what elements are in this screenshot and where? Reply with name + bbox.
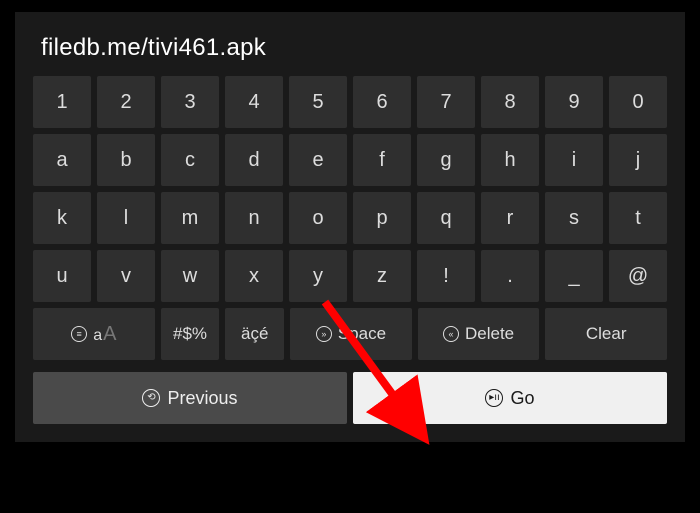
key-q[interactable]: q — [417, 192, 475, 244]
url-input[interactable]: filedb.me/tivi461.apk — [33, 30, 667, 76]
key-case-toggle[interactable]: ≡ aA — [33, 308, 155, 360]
key-k[interactable]: k — [33, 192, 91, 244]
key-symbols[interactable]: #$% — [161, 308, 220, 360]
key-8[interactable]: 8 — [481, 76, 539, 128]
key-4[interactable]: 4 — [225, 76, 283, 128]
key-r[interactable]: r — [481, 192, 539, 244]
key-7[interactable]: 7 — [417, 76, 475, 128]
key-a[interactable]: a — [33, 134, 91, 186]
key-row-special: ≡ aA #$% äçé » Space « Delete Clear — [33, 308, 667, 360]
key-2[interactable]: 2 — [97, 76, 155, 128]
key-row-letters-3: u v w x y z ! . _ @ — [33, 250, 667, 302]
action-row: ⟲ Previous ▸ıı Go — [33, 372, 667, 424]
key-underscore[interactable]: _ — [545, 250, 603, 302]
key-s[interactable]: s — [545, 192, 603, 244]
key-row-numbers: 1 2 3 4 5 6 7 8 9 0 — [33, 76, 667, 128]
key-i[interactable]: i — [545, 134, 603, 186]
key-row-letters-1: a b c d e f g h i j — [33, 134, 667, 186]
key-l[interactable]: l — [97, 192, 155, 244]
key-t[interactable]: t — [609, 192, 667, 244]
key-y[interactable]: y — [289, 250, 347, 302]
key-space[interactable]: » Space — [290, 308, 412, 360]
key-at[interactable]: @ — [609, 250, 667, 302]
key-m[interactable]: m — [161, 192, 219, 244]
key-5[interactable]: 5 — [289, 76, 347, 128]
go-label: Go — [510, 388, 534, 409]
key-h[interactable]: h — [481, 134, 539, 186]
key-6[interactable]: 6 — [353, 76, 411, 128]
key-v[interactable]: v — [97, 250, 155, 302]
keyboard-dialog: filedb.me/tivi461.apk 1 2 3 4 5 6 7 8 9 … — [15, 12, 685, 442]
key-9[interactable]: 9 — [545, 76, 603, 128]
key-1[interactable]: 1 — [33, 76, 91, 128]
key-p[interactable]: p — [353, 192, 411, 244]
delete-label: Delete — [465, 324, 514, 344]
key-3[interactable]: 3 — [161, 76, 219, 128]
key-row-letters-2: k l m n o p q r s t — [33, 192, 667, 244]
key-n[interactable]: n — [225, 192, 283, 244]
go-button[interactable]: ▸ıı Go — [353, 372, 667, 424]
key-delete[interactable]: « Delete — [418, 308, 540, 360]
space-label: Space — [338, 324, 386, 344]
key-clear[interactable]: Clear — [545, 308, 667, 360]
key-accents[interactable]: äçé — [225, 308, 284, 360]
key-g[interactable]: g — [417, 134, 475, 186]
key-u[interactable]: u — [33, 250, 91, 302]
key-exclaim[interactable]: ! — [417, 250, 475, 302]
key-x[interactable]: x — [225, 250, 283, 302]
key-period[interactable]: . — [481, 250, 539, 302]
rewind-icon: « — [443, 326, 459, 342]
key-w[interactable]: w — [161, 250, 219, 302]
key-o[interactable]: o — [289, 192, 347, 244]
onscreen-keyboard: 1 2 3 4 5 6 7 8 9 0 a b c d e f g h i j … — [33, 76, 667, 424]
previous-label: Previous — [167, 388, 237, 409]
back-icon: ⟲ — [142, 389, 160, 407]
key-z[interactable]: z — [353, 250, 411, 302]
play-pause-icon: ▸ıı — [485, 389, 503, 407]
previous-button[interactable]: ⟲ Previous — [33, 372, 347, 424]
key-e[interactable]: e — [289, 134, 347, 186]
key-c[interactable]: c — [161, 134, 219, 186]
key-0[interactable]: 0 — [609, 76, 667, 128]
case-label: aA — [93, 323, 116, 346]
key-d[interactable]: d — [225, 134, 283, 186]
key-f[interactable]: f — [353, 134, 411, 186]
menu-icon: ≡ — [71, 326, 87, 342]
fast-forward-icon: » — [316, 326, 332, 342]
key-j[interactable]: j — [609, 134, 667, 186]
key-b[interactable]: b — [97, 134, 155, 186]
